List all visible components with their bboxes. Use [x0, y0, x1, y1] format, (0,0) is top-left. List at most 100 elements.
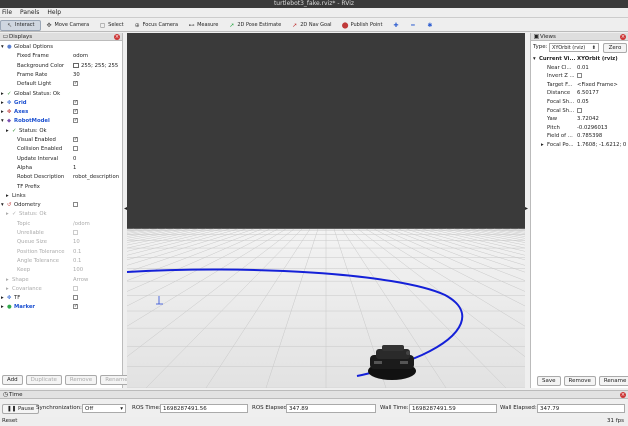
display-value[interactable]: 0.1 — [73, 249, 81, 255]
close-icon[interactable]: × — [114, 34, 120, 40]
menu-file[interactable]: File — [2, 8, 12, 17]
display-row-unreliable[interactable]: Unreliable — [0, 229, 122, 238]
display-row-robotmodel[interactable]: ▾ ◆ RobotModel ✓ — [0, 117, 122, 126]
enable-checkbox[interactable] — [73, 285, 78, 291]
display-row-global-options[interactable]: ▾ ● Global Options — [0, 43, 122, 52]
enable-checkbox[interactable]: ✓ — [73, 118, 78, 124]
enable-checkbox[interactable]: ✓ — [73, 109, 78, 115]
display-row-queue-size[interactable]: Queue Size 10 — [0, 238, 122, 247]
display-value[interactable]: 30 — [73, 72, 80, 78]
view-prop-value[interactable]: 1.7608; -1.6212; 0 — [577, 141, 626, 150]
tool-move-camera[interactable]: ✥ Move Camera — [41, 20, 95, 31]
display-value[interactable]: 10 — [73, 239, 80, 245]
display-value[interactable]: 100 — [73, 267, 83, 273]
display-row-axes[interactable]: ▸ ✥ Axes ✓ — [0, 108, 122, 117]
display-row-background-color[interactable]: Background Color 255; 255; 255 — [0, 62, 122, 71]
display-row-update-interval[interactable]: Update Interval 0 — [0, 155, 122, 164]
display-row-status-ok[interactable]: ▸ ✓ Status: Ok — [0, 210, 122, 219]
display-value[interactable]: 0.1 — [73, 258, 81, 264]
collapse-arrow-icon[interactable]: ▸ — [1, 99, 4, 108]
display-row-angle-tolerance[interactable]: Angle Tolerance 0.1 — [0, 257, 122, 266]
enable-checkbox[interactable] — [73, 295, 78, 301]
add-button[interactable]: Add — [2, 375, 23, 385]
collapse-arrow-icon[interactable]: ▸ — [1, 294, 4, 303]
expand-arrow-icon[interactable]: ▾ — [1, 117, 4, 126]
collapse-arrow-icon[interactable]: ▸ — [6, 127, 9, 136]
tool-focus-camera[interactable]: ⊕ Focus Camera — [129, 20, 184, 31]
duplicate-button[interactable]: Duplicate — [25, 375, 62, 385]
display-value[interactable]: /odom — [73, 221, 90, 227]
view-prop-checkbox[interactable] — [577, 107, 582, 113]
expand-arrow-icon[interactable]: ▾ — [1, 201, 4, 210]
wall-elapsed-field[interactable]: 347.79 — [537, 404, 625, 413]
display-row-fixed-frame[interactable]: Fixed Frame odom — [0, 52, 122, 61]
remove-button[interactable]: Remove — [64, 375, 98, 385]
display-row-keep[interactable]: Keep 100 — [0, 266, 122, 275]
enable-checkbox[interactable] — [73, 202, 78, 208]
collapse-arrow-icon[interactable]: ▸ — [1, 90, 4, 99]
tool-minus[interactable]: ━ — [404, 20, 421, 31]
color-swatch[interactable] — [73, 62, 79, 68]
display-row-covariance[interactable]: ▸ Covariance — [0, 285, 122, 294]
collapse-arrow-icon[interactable]: ▸ — [1, 108, 4, 117]
collapse-arrow-icon[interactable]: ▸ — [1, 303, 4, 312]
display-row-grid[interactable]: ▸ ✥ Grid ✓ — [0, 99, 122, 108]
close-icon[interactable]: × — [620, 392, 626, 398]
ros-elapsed-field[interactable]: 347.89 — [286, 404, 376, 413]
collapse-arrow-icon[interactable]: ▸ — [6, 285, 9, 294]
tool-plus[interactable]: ✚ — [387, 20, 404, 31]
display-value[interactable]: Arrow — [73, 277, 88, 283]
enable-checkbox[interactable]: ✓ — [73, 137, 78, 142]
save-view-button[interactable]: Save — [537, 376, 561, 386]
render-viewport[interactable] — [127, 33, 525, 388]
view-prop-checkbox[interactable] — [577, 73, 582, 79]
display-row-shape[interactable]: ▸ Shape Arrow — [0, 276, 122, 285]
display-row-default-light[interactable]: Default Light ✓ — [0, 80, 122, 89]
display-row-global-status-ok[interactable]: ▸ ✓ Global Status: Ok — [0, 90, 122, 99]
view-prop-row[interactable]: ▸ Focal Po... 1.7608; -1.6212; 0 — [531, 141, 628, 150]
enable-checkbox[interactable]: ✓ — [73, 99, 78, 105]
view-type-select[interactable]: XYOrbit (rviz) ⬍ — [549, 43, 599, 52]
display-row-collision-enabled[interactable]: Collision Enabled — [0, 145, 122, 154]
display-row-status-ok[interactable]: ▸ ✓ Status: Ok — [0, 127, 122, 136]
display-value[interactable]: 0 — [73, 156, 76, 162]
collapse-arrow-icon[interactable]: ▸ — [6, 210, 9, 219]
tool-2d-pose-estimate[interactable]: ➚ 2D Pose Estimate — [223, 20, 286, 31]
display-row-tf-prefix[interactable]: TF Prefix — [0, 183, 122, 192]
enable-checkbox[interactable]: ✓ — [73, 304, 78, 310]
ros-time-field[interactable]: 1698287491.56 — [160, 404, 248, 413]
display-row-odometry[interactable]: ▾ ↺ Odometry — [0, 201, 122, 210]
sync-select[interactable]: Off ▾ — [82, 404, 126, 413]
display-row-position-tolerance[interactable]: Position Tolerance 0.1 — [0, 248, 122, 257]
tool-interact[interactable]: ↖ Interact — [0, 19, 41, 31]
reset-button[interactable]: Reset — [2, 417, 17, 426]
display-row-links[interactable]: ▸ Links — [0, 192, 122, 201]
collapse-arrow-icon[interactable]: ▸ — [6, 192, 9, 201]
expand-arrow-icon[interactable]: ▾ — [1, 43, 4, 52]
display-row-alpha[interactable]: Alpha 1 — [0, 164, 122, 173]
enable-checkbox[interactable]: ✓ — [73, 81, 78, 87]
menu-help[interactable]: Help — [47, 8, 61, 17]
zero-button[interactable]: Zero — [603, 43, 627, 53]
remove-view-button[interactable]: Remove — [563, 376, 596, 386]
enable-checkbox[interactable] — [73, 146, 78, 152]
collapse-right-icon[interactable]: ▸ — [525, 205, 528, 212]
display-row-topic[interactable]: Topic/odom — [0, 220, 122, 229]
display-row-robot-description[interactable]: Robot Description robot_description — [0, 173, 122, 182]
display-row-marker[interactable]: ▸ ● Marker ✓ — [0, 303, 122, 312]
collapse-arrow-icon[interactable]: ▸ — [6, 276, 9, 285]
display-value[interactable]: 1 — [73, 165, 76, 171]
display-value[interactable]: 255; 255; 255 — [81, 63, 118, 69]
close-icon[interactable]: × — [620, 34, 626, 40]
display-row-visual-enabled[interactable]: Visual Enabled ✓ — [0, 136, 122, 145]
wall-time-field[interactable]: 1698287491.59 — [409, 404, 497, 413]
display-row-tf[interactable]: ▸ ✥ TF — [0, 294, 122, 303]
tool-select[interactable]: ▢ Select — [94, 20, 128, 31]
display-row-frame-rate[interactable]: Frame Rate 30 — [0, 71, 122, 80]
display-value[interactable]: odom — [73, 53, 88, 59]
pause-button[interactable]: ❚❚ Pause — [2, 404, 40, 414]
tool-settings[interactable]: ✱ — [421, 20, 438, 31]
menu-panels[interactable]: Panels — [20, 8, 39, 17]
tool-2d-nav-goal[interactable]: ➚ 2D Nav Goal — [286, 20, 336, 31]
rename-view-button[interactable]: Rename — [598, 376, 628, 386]
